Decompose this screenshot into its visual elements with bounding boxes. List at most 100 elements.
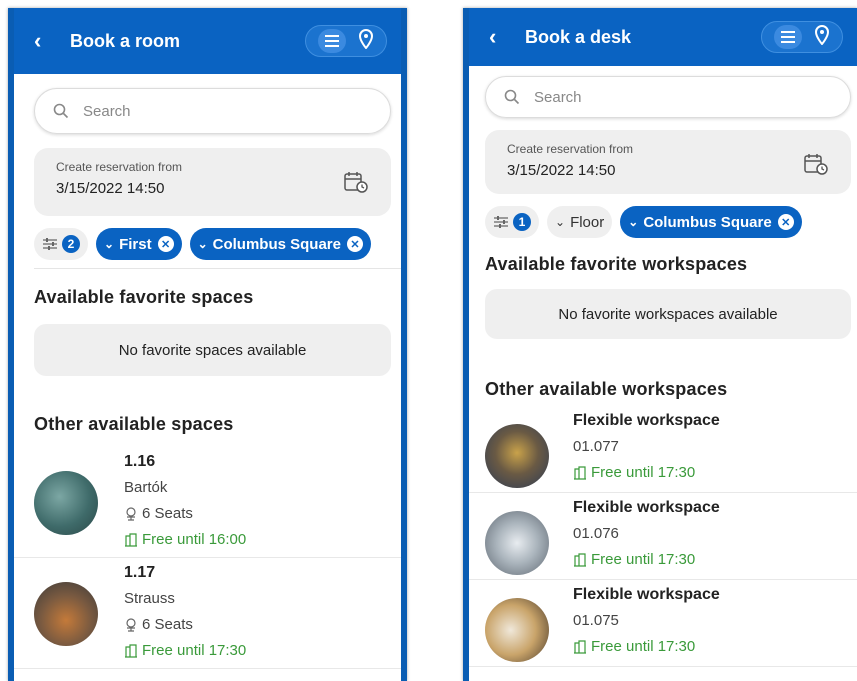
clear-icon[interactable]: ✕ [157, 236, 174, 252]
filter-chips: 2 ⌄ First ✕ ⌄ Columbus Square ✕ [34, 228, 401, 260]
space-list: 1.16 Bartók 6 Seats Free until 16:00 1.1… [14, 447, 401, 669]
building-icon [574, 466, 586, 480]
clear-icon[interactable]: ✕ [347, 236, 363, 252]
seat-icon [126, 618, 136, 632]
page-title: Book a room [70, 30, 181, 51]
other-spaces-heading: Other available spaces [34, 414, 234, 434]
book-desk-screen: ‹ Book a desk Search Create reservation … [463, 8, 857, 681]
workspace-type: Flexible workspace [573, 499, 720, 516]
room-name: Bartók [124, 479, 168, 496]
workspace-photo [485, 424, 549, 488]
date-label: Create reservation from [56, 160, 183, 174]
workspace-number: 01.077 [573, 438, 619, 455]
building-icon [125, 644, 137, 658]
building-icon [125, 533, 137, 547]
floor-filter-chip[interactable]: ⌄ First ✕ [96, 228, 182, 260]
back-arrow-icon[interactable]: ‹ [489, 24, 517, 50]
reservation-date-picker[interactable]: Create reservation from 3/15/2022 14:50 [34, 148, 391, 216]
app-bar: ‹ Book a room [14, 8, 401, 74]
list-item[interactable]: Flexible workspace 01.076 Free until 17:… [469, 493, 857, 580]
date-label: Create reservation from [507, 142, 634, 156]
app-bar: ‹ Book a desk [469, 8, 857, 66]
date-value: 3/15/2022 14:50 [507, 162, 616, 179]
chip-label: First [119, 235, 152, 253]
availability-text: Free until 17:30 [591, 638, 696, 655]
other-workspaces-heading: Other available workspaces [485, 379, 728, 399]
filter-count-badge: 2 [62, 235, 80, 253]
divider [34, 268, 401, 269]
availability-row: Free until 17:30 [124, 638, 246, 664]
search-placeholder: Search [83, 102, 131, 120]
page-title: Book a desk [525, 26, 632, 47]
view-toggle[interactable] [305, 25, 387, 57]
chevron-down-icon: ⌄ [628, 215, 639, 229]
search-icon [504, 89, 520, 105]
availability-row: Free until 16:00 [124, 527, 246, 553]
seat-icon [126, 507, 136, 521]
list-view-icon[interactable] [774, 25, 802, 49]
availability-text: Free until 17:30 [591, 464, 696, 481]
filter-settings-chip[interactable]: 1 [485, 206, 539, 238]
availability-text: Free until 16:00 [142, 531, 247, 548]
workspace-photo [485, 598, 549, 662]
sliders-icon [494, 216, 508, 228]
list-item[interactable]: Flexible workspace 01.075 Free until 17:… [469, 580, 857, 667]
date-value: 3/15/2022 14:50 [56, 180, 165, 197]
list-item[interactable]: Flexible workspace 01.077 Free until 17:… [469, 406, 857, 493]
view-toggle[interactable] [761, 21, 843, 53]
filter-chips: 1 ⌄ Floor ⌄ Columbus Square ✕ [485, 206, 857, 238]
calendar-clock-icon[interactable] [803, 152, 829, 176]
chip-label: Columbus Square [212, 235, 341, 253]
workspace-list: Flexible workspace 01.077 Free until 17:… [469, 406, 857, 667]
building-filter-chip[interactable]: ⌄ Columbus Square ✕ [189, 228, 371, 260]
room-photo [34, 582, 98, 646]
clear-icon[interactable]: ✕ [777, 214, 794, 230]
room-number: 1.16 [124, 453, 156, 470]
search-icon [53, 103, 69, 119]
seats-row: 6 Seats [124, 612, 246, 638]
search-input[interactable]: Search [34, 88, 391, 134]
seat-count: 6 Seats [142, 616, 193, 633]
workspace-number: 01.076 [573, 525, 619, 542]
chip-label: Columbus Square [643, 213, 772, 231]
room-photo [34, 471, 98, 535]
chevron-down-icon: ⌄ [104, 237, 115, 251]
building-filter-chip[interactable]: ⌄ Columbus Square ✕ [620, 206, 802, 238]
favorites-empty-state: No favorite workspaces available [485, 289, 851, 339]
seat-count: 6 Seats [142, 505, 193, 522]
chevron-down-icon: ⌄ [555, 215, 566, 229]
map-pin-icon[interactable] [814, 24, 830, 50]
sliders-icon [43, 238, 57, 250]
reservation-date-picker[interactable]: Create reservation from 3/15/2022 14:50 [485, 130, 851, 194]
calendar-clock-icon[interactable] [343, 170, 369, 194]
search-placeholder: Search [534, 88, 582, 106]
building-icon [574, 553, 586, 567]
workspace-type: Flexible workspace [573, 586, 720, 603]
floor-filter-chip[interactable]: ⌄ Floor [547, 206, 613, 238]
availability-text: Free until 17:30 [142, 642, 247, 659]
availability-row: Free until 17:30 [573, 460, 720, 486]
availability-row: Free until 17:30 [573, 547, 720, 573]
back-arrow-icon[interactable]: ‹ [34, 28, 62, 54]
availability-text: Free until 17:30 [591, 551, 696, 568]
chevron-down-icon: ⌄ [197, 237, 208, 251]
book-room-screen: ‹ Book a room Search Create reservation … [8, 8, 407, 681]
search-input[interactable]: Search [485, 76, 851, 118]
availability-row: Free until 17:30 [573, 634, 720, 660]
workspace-type: Flexible workspace [573, 412, 720, 429]
building-icon [574, 640, 586, 654]
list-item[interactable]: 1.17 Strauss 6 Seats Free until 17:30 [14, 558, 401, 669]
room-name: Strauss [124, 590, 175, 607]
workspace-photo [485, 511, 549, 575]
favorites-heading: Available favorite workspaces [485, 254, 748, 274]
seats-row: 6 Seats [124, 501, 246, 527]
room-number: 1.17 [124, 564, 156, 581]
map-pin-icon[interactable] [358, 28, 374, 54]
chip-label: Floor [570, 213, 605, 231]
list-item[interactable]: 1.16 Bartók 6 Seats Free until 16:00 [14, 447, 401, 558]
filter-settings-chip[interactable]: 2 [34, 228, 88, 260]
favorites-empty-state: No favorite spaces available [34, 324, 391, 376]
list-view-icon[interactable] [318, 29, 346, 53]
favorites-heading: Available favorite spaces [34, 287, 254, 307]
workspace-number: 01.075 [573, 612, 619, 629]
